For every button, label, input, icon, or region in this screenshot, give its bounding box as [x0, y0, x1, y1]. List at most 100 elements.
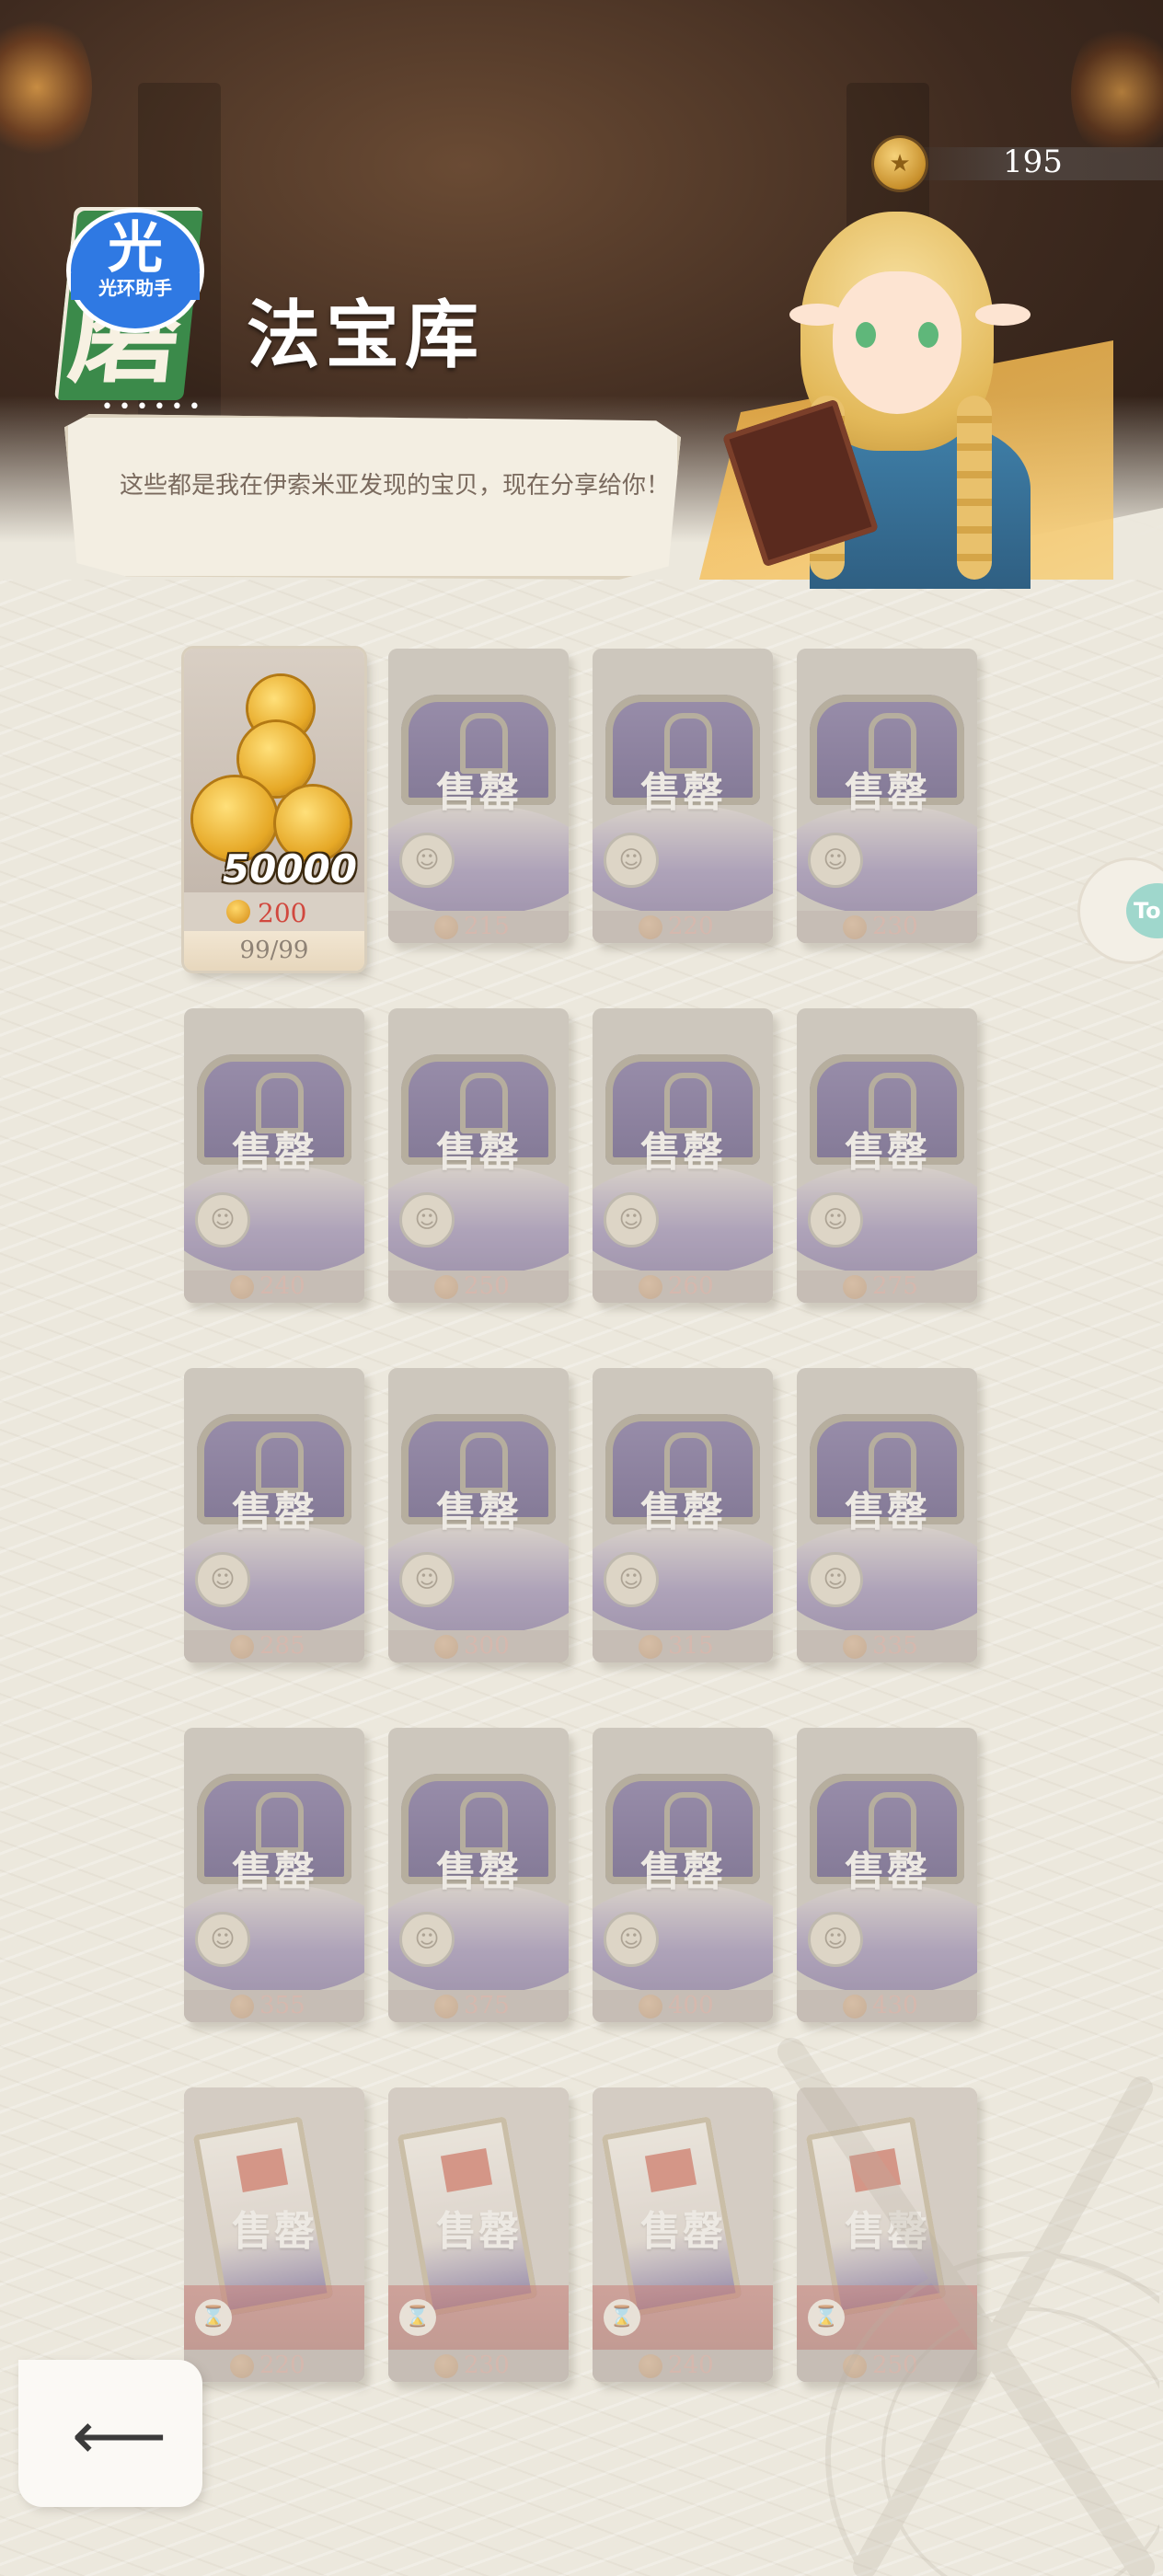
price-row: 335	[797, 1630, 977, 1662]
price-coin-icon	[843, 915, 867, 939]
sold-out-label: 售罄	[436, 1489, 521, 1535]
price-row: 240	[184, 1271, 364, 1303]
shop-item-sold-out[interactable]: ☺ 售罄 355	[184, 1728, 364, 2022]
sold-out-label: 售罄	[640, 1489, 725, 1535]
shop-item-sold-out[interactable]: ⌛ 售罄 220	[184, 2087, 364, 2382]
shop-item-sold-out[interactable]: ☺ 售罄 220	[593, 649, 773, 943]
price-coin-icon	[434, 2354, 458, 2378]
price-row: 200	[184, 892, 364, 931]
character-ear	[975, 304, 1031, 326]
price-row: 375	[388, 1990, 569, 2022]
item-price: 250	[464, 1272, 510, 1300]
side-tab-label: To	[1126, 883, 1163, 938]
item-price: 260	[668, 1272, 714, 1300]
item-price: 335	[872, 1632, 918, 1660]
character-braid	[957, 396, 992, 580]
back-arrow-icon: ⟵	[72, 2397, 167, 2474]
character-avatar-icon: ☺	[399, 1552, 455, 1607]
character-avatar-icon: ☺	[604, 833, 659, 888]
price-row: 215	[388, 911, 569, 943]
shop-item-sold-out[interactable]: ☺ 售罄 215	[388, 649, 569, 943]
item-price: 240	[259, 1272, 305, 1300]
sold-out-label: 售罄	[640, 769, 725, 816]
price-coin-icon	[230, 2354, 254, 2378]
sold-out-label: 售罄	[232, 1489, 317, 1535]
price-coin-icon	[230, 1635, 254, 1659]
character-avatar-icon: ☺	[808, 1552, 863, 1607]
character-eye	[918, 322, 938, 348]
price-coin-icon	[639, 2354, 662, 2378]
price-coin-icon	[230, 1275, 254, 1299]
price-coin-icon	[230, 1995, 254, 2018]
price-coin-icon	[434, 1635, 458, 1659]
price-row: 230	[797, 911, 977, 943]
item-price: 220	[668, 913, 714, 940]
item-price: 215	[464, 913, 510, 940]
character-avatar-icon: ☺	[808, 1192, 863, 1248]
price-row: 220	[184, 2350, 364, 2382]
hourglass-icon: ⌛	[195, 2299, 232, 2336]
character-avatar-icon: ☺	[399, 1192, 455, 1248]
shop-item-gold[interactable]: 50000 200 99/99	[184, 649, 364, 971]
shop-item-sold-out[interactable]: ☺ 售罄 315	[593, 1368, 773, 1662]
shop-item-sold-out[interactable]: ☺ 售罄 375	[388, 1728, 569, 2022]
item-amount: 50000	[222, 846, 357, 891]
item-price: 200	[258, 898, 307, 928]
price-coin-icon	[434, 1995, 458, 2018]
price-row: 355	[184, 1990, 364, 2022]
price-row: 315	[593, 1630, 773, 1662]
sold-out-label: 售罄	[232, 1129, 317, 1176]
character-avatar-icon: ☺	[604, 1912, 659, 1967]
item-price: 230	[464, 2352, 510, 2379]
currency-display[interactable]: 195	[874, 138, 1163, 190]
shop-item-sold-out[interactable]: ☺ 售罄 240	[184, 1008, 364, 1303]
price-coin-icon	[843, 1275, 867, 1299]
watermark-badge-char: 光	[108, 216, 163, 281]
coin-icon	[874, 138, 926, 190]
price-row: 260	[593, 1271, 773, 1303]
price-coin-icon	[639, 1635, 662, 1659]
sold-out-label: 售罄	[845, 1848, 929, 1895]
banner-emblem	[236, 2147, 289, 2193]
shop-item-sold-out[interactable]: ☺ 售罄 230	[797, 649, 977, 943]
character-eye	[856, 322, 876, 348]
price-row: 285	[184, 1630, 364, 1662]
sold-out-label: 售罄	[436, 2208, 521, 2255]
item-price: 355	[259, 1992, 305, 2019]
price-row: 300	[388, 1630, 569, 1662]
sold-out-label: 售罄	[436, 769, 521, 816]
shop-item-sold-out[interactable]: ☺ 售罄 285	[184, 1368, 364, 1662]
character-avatar-icon: ☺	[195, 1552, 250, 1607]
price-row: 220	[593, 911, 773, 943]
character-avatar-icon: ☺	[808, 833, 863, 888]
price-coin-icon	[639, 1995, 662, 2018]
shop-item-sold-out[interactable]: ☺ 售罄 275	[797, 1008, 977, 1303]
price-coin-icon	[639, 1275, 662, 1299]
shop-item-sold-out[interactable]: ☺ 售罄 300	[388, 1368, 569, 1662]
item-price: 275	[872, 1272, 918, 1300]
character-face	[833, 271, 961, 414]
sold-out-label: 售罄	[232, 1848, 317, 1895]
price-row: 250	[388, 1271, 569, 1303]
back-button[interactable]: ⟵	[18, 2360, 202, 2507]
hourglass-icon: ⌛	[399, 2299, 436, 2336]
price-row: 275	[797, 1271, 977, 1303]
price-coin-icon	[434, 915, 458, 939]
character-avatar-icon: ☺	[604, 1552, 659, 1607]
shop-item-sold-out[interactable]: ⌛ 售罄 230	[388, 2087, 569, 2382]
shop-item-sold-out[interactable]: ☺ 售罄 335	[797, 1368, 977, 1662]
currency-amount: 195	[1003, 144, 1063, 180]
speech-text: 这些都是我在伊索米亚发现的宝贝，现在分享给你！	[120, 472, 671, 500]
item-price: 315	[668, 1632, 714, 1660]
character-avatar-icon: ☺	[604, 1192, 659, 1248]
price-coin-icon	[843, 1635, 867, 1659]
item-price: 300	[464, 1632, 510, 1660]
price-coin-icon	[226, 900, 250, 924]
character-avatar-icon: ☺	[195, 1192, 250, 1248]
character-avatar-icon: ☺	[399, 833, 455, 888]
shop-item-sold-out[interactable]: ☺ 售罄 250	[388, 1008, 569, 1303]
sold-out-label: 售罄	[640, 1848, 725, 1895]
sold-out-label: 售罄	[845, 1129, 929, 1176]
shop-item-sold-out[interactable]: ☺ 售罄 260	[593, 1008, 773, 1303]
sold-out-label: 售罄	[436, 1848, 521, 1895]
